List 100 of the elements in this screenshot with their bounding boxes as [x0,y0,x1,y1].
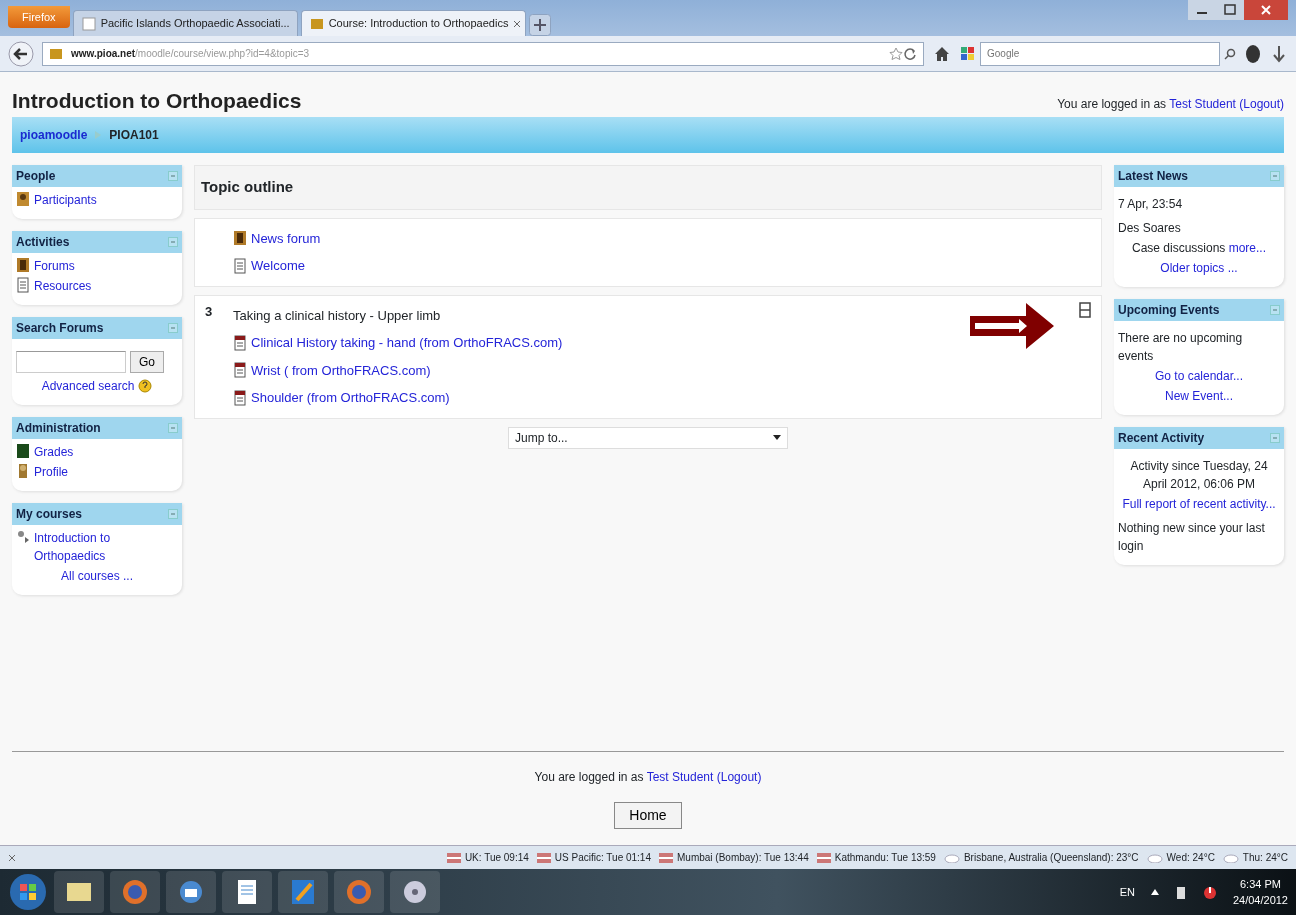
section-toggle-icon[interactable] [1079,301,1091,318]
status-text: Wed: 24°C [1166,851,1215,865]
activity-link[interactable]: Wrist ( from OrthoFRACS.com) [251,360,431,381]
login-text: You are logged in as Test Student (Logout) [1057,96,1284,114]
sidebar-link[interactable]: Grades [34,443,74,462]
breadcrumb-link[interactable]: pioamoodle [20,126,88,145]
home-button[interactable]: Home [614,802,682,829]
star-icon[interactable] [889,46,903,61]
grades-icon [16,443,30,460]
block-title: People [16,168,56,186]
clock-time[interactable]: 6:34 PM [1240,875,1281,892]
user-link[interactable]: Test Student [646,770,714,784]
cloud-icon [1146,852,1163,863]
block-text: Des Soares [1118,220,1182,238]
login-text: You are logged in as Test Student (Logout) [534,770,762,784]
minimize-icon[interactable] [1188,0,1216,20]
block-link[interactable]: All courses ... [61,569,133,584]
sidebar-link[interactable]: Introduction to Orthopaedics [34,529,178,566]
section-heading: Topic outline [194,165,1102,210]
jump-to-dropdown[interactable]: Jump to... [508,426,788,449]
go-button[interactable]: Go [130,351,164,374]
sidebar-link[interactable]: Resources [34,277,92,296]
logout-link[interactable]: (Logout) [1239,97,1284,112]
people-icon [16,191,30,208]
url-text: www.pioa.net/moodle/course/view.php?id=4&topic=3 [71,47,310,61]
flag-icon [659,852,673,863]
block-title: Latest News [1118,168,1189,186]
browser-tab[interactable]: Course: Introduction to Orthopaedics [300,10,526,36]
search-field[interactable]: Google [980,41,1220,66]
sidebar-link[interactable]: Profile [34,463,68,482]
status-text: US Pacific: Tue 01:14 [554,851,651,865]
search-engine-icon [960,45,976,62]
reload-icon[interactable] [903,46,917,61]
activity-link[interactable]: News forum [251,228,321,249]
block-link[interactable]: Go to calendar... [1154,369,1244,384]
new-tab-icon[interactable] [528,14,551,36]
pdf-document-icon [233,389,247,406]
separator-icon [95,131,102,140]
volume-icon[interactable] [1202,885,1217,899]
site-icon [49,46,63,61]
breadcrumb-current: PIOA101 [109,127,159,145]
block-link[interactable]: New Event... [1165,389,1233,404]
tab-title: Course: Introduction to Orthopaedics [328,16,509,32]
dropdown-caret-icon [773,435,781,441]
close-icon[interactable] [513,19,522,28]
block-title: Administration [16,420,101,438]
status-text: Kathmandu: Tue 13:59 [834,851,936,865]
section-number: 3 [205,303,213,319]
tab-title: Pacific Islands Orthopaedic Associati... [100,16,290,32]
search-field[interactable] [16,351,126,374]
page-icon [81,16,96,31]
flag-icon [816,852,831,863]
people-icon [16,257,30,274]
more-link[interactable]: more... [1228,241,1267,256]
status-text: Thu: 24°C [1242,851,1288,865]
course-icon [16,529,30,546]
status-text: Brisbane, Australia (Queensland): 23°C [963,851,1139,865]
block-link[interactable]: Full report of recent activity... [1122,497,1276,512]
block-title: My courses [16,506,83,524]
start-orb-icon[interactable] [8,872,48,912]
activity-link[interactable]: Shoulder (from OrthoFRACS.com) [251,388,450,408]
page-title: Introduction to Orthopaedics [12,88,302,114]
browser-tab[interactable]: Pacific Islands Orthopaedic Associati... [72,10,298,36]
block-link[interactable]: Older topics ... [1160,261,1238,276]
profile-icon [16,463,30,480]
close-icon[interactable] [8,853,16,862]
activity-link[interactable]: Welcome [251,256,305,276]
close-icon[interactable] [1244,0,1288,20]
document-icon [233,257,247,274]
block-text: There are no upcoming events [1118,330,1244,366]
course-icon [309,16,324,31]
status-text: Mumbai (Bombay): Tue 13:44 [677,851,809,865]
sidebar-link[interactable]: Forums [34,257,75,276]
document-icon [16,277,30,294]
search-icon [1224,47,1236,60]
activity-link[interactable]: Clinical History taking - hand (from OrthoFRACS.com) [251,333,563,353]
advanced-search-link[interactable]: Advanced search [41,377,135,396]
clock-date[interactable]: 24/04/2012 [1232,892,1288,909]
people-icon [233,230,247,247]
sidebar-link[interactable]: Participants [34,191,97,210]
language-indicator[interactable]: EN [1119,883,1135,901]
logout-link[interactable]: (Logout) [716,770,762,784]
block-text: 7 Apr, 23:54 [1118,196,1184,214]
cloud-icon [943,852,960,863]
pdf-document-icon [233,362,247,379]
address-bar[interactable]: www.pioa.net/moodle/course/view.php?id=4&topic=3 [42,41,924,66]
status-text: UK: Tue 09:14 [464,851,529,865]
block-text: Activity since Tuesday, 24 April 2012, 06:06 PM [1129,458,1269,494]
user-link[interactable]: Test Student [1169,97,1236,112]
network-icon[interactable] [1174,885,1187,899]
block-title: Recent Activity [1118,430,1205,448]
block-text: Case discussions more... [1130,240,1268,258]
pdf-document-icon [233,334,247,351]
help-icon[interactable] [138,379,153,394]
maximize-icon[interactable] [1216,0,1244,20]
download-icon[interactable] [1270,43,1288,64]
block-title: Upcoming Events [1118,302,1220,320]
flag-icon [446,852,461,863]
block-title: Search Forums [16,320,104,338]
tray-expand-icon[interactable] [1150,889,1159,895]
